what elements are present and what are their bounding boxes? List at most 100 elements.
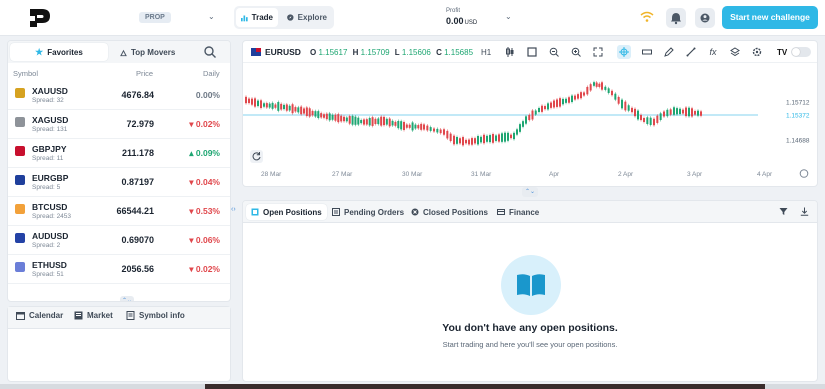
tab-finance[interactable]: Finance: [492, 204, 544, 220]
chart-toolbar: EURUSD O 1.15617 H 1.15709 L 1.15606 C 1…: [243, 41, 817, 63]
tab-top-movers[interactable]: 🜂 Top Movers: [120, 43, 190, 61]
symbol-price: 72.979: [126, 119, 154, 129]
crosshair-icon[interactable]: [617, 45, 631, 59]
candle-body: [580, 92, 582, 99]
candle-body: [577, 94, 579, 99]
daily-value: 0.00%: [195, 90, 220, 100]
search-icon[interactable]: [203, 45, 217, 59]
list-item[interactable]: XAGUSD Spread: 131 72.979 ▾ 0.02%: [8, 110, 230, 139]
profit-chevron-icon[interactable]: ⌄: [505, 12, 512, 21]
chart-symbol[interactable]: EURUSD: [251, 47, 301, 57]
tab-favorites-label: Favorites: [47, 47, 83, 57]
user-icon: [700, 13, 710, 23]
notifications-button[interactable]: [666, 8, 686, 28]
list-item[interactable]: BTCUSD Spread: 2453 66544.21 ▾ 0.53%: [8, 197, 230, 226]
candle-body: [666, 109, 669, 117]
candle-body: [617, 96, 620, 104]
account-button[interactable]: [695, 8, 715, 28]
list-item[interactable]: GBPJPY Spread: 11 211.178 ▴ 0.09%: [8, 139, 230, 168]
fullscreen-icon[interactable]: [525, 45, 539, 59]
trade-mode-button[interactable]: Trade: [236, 8, 278, 27]
candle-body: [679, 108, 681, 115]
candle-body: [294, 107, 297, 112]
tab-open-positions[interactable]: Open Positions: [246, 204, 327, 220]
candle-body: [562, 98, 564, 105]
candle-body: [283, 104, 285, 110]
candle-body: [274, 104, 277, 108]
candle-body: [653, 118, 655, 126]
candle-body: [383, 116, 385, 126]
zoom-in-icon[interactable]: [569, 45, 583, 59]
candle-body: [268, 103, 271, 108]
tab-symbol-info-label: Symbol info: [139, 311, 185, 320]
chart-collapse-button[interactable]: ⌃⌄: [522, 187, 538, 197]
expand-sidebar-icon[interactable]: ‹›: [231, 206, 241, 216]
start-new-challenge-button[interactable]: Start new challenge: [722, 6, 818, 29]
brand-logo[interactable]: [28, 7, 54, 29]
download-icon[interactable]: [800, 207, 809, 216]
candle-body: [443, 129, 445, 135]
collapse-watchlist-button[interactable]: ⌃⌄: [120, 296, 134, 301]
candle-body: [303, 108, 305, 114]
timeframe-selector[interactable]: H1: [481, 48, 491, 57]
open-label: O: [310, 48, 317, 57]
tab-calendar[interactable]: Calendar: [16, 311, 63, 320]
symbol-daily-change: ▾ 0.06%: [189, 235, 220, 246]
prop-badge[interactable]: PROP: [139, 12, 171, 23]
symbol-flag-icon: [15, 262, 25, 272]
price-chart[interactable]: 1.15712 1.15372 1.14688 28 Mar 27 Mar 30 Mar 3…: [243, 64, 817, 187]
column-daily: Daily: [203, 69, 220, 78]
chevron-down-icon[interactable]: ⌄: [208, 12, 218, 22]
layers-icon[interactable]: [728, 45, 742, 59]
bell-icon: [671, 13, 681, 25]
trendline-icon[interactable]: [684, 45, 698, 59]
symbol-name: XAGUSD: [32, 115, 69, 125]
candle-body: [614, 93, 617, 100]
candle-body: [474, 138, 476, 144]
indicators-icon[interactable]: fx: [706, 45, 720, 59]
candle-body: [385, 118, 388, 125]
ruler-icon[interactable]: [640, 45, 654, 59]
explore-mode-button[interactable]: Explore: [282, 8, 332, 27]
list-item[interactable]: ETHUSD Spread: 51 2056.56 ▾ 0.02%: [8, 255, 230, 284]
tab-symbol-info[interactable]: Symbol info: [126, 311, 185, 320]
candle-body: [331, 114, 334, 120]
symbol-spread: Spread: 32: [32, 97, 64, 104]
filter-icon[interactable]: [779, 207, 788, 216]
settings-icon[interactable]: [750, 45, 764, 59]
candle-body: [504, 132, 506, 142]
candle-type-icon[interactable]: [503, 45, 517, 59]
tab-closed-positions[interactable]: Closed Positions: [406, 204, 493, 220]
reset-chart-button[interactable]: [250, 150, 263, 163]
candle-body: [334, 114, 337, 121]
candle-body: [624, 101, 627, 111]
list-item[interactable]: EURGBP Spread: 5 0.87197 ▾ 0.04%: [8, 168, 230, 197]
expand-icon[interactable]: [591, 45, 605, 59]
candle-body: [547, 103, 549, 110]
candle-body: [343, 116, 345, 122]
tab-market[interactable]: Market: [74, 311, 113, 320]
candle-body: [528, 114, 531, 121]
trade-mode-label: Trade: [251, 13, 273, 22]
change-direction-icon: ▾: [189, 235, 196, 245]
open-value: 1.15617: [318, 48, 348, 57]
tab-favorites[interactable]: ★ Favorites: [10, 43, 108, 61]
list-item[interactable]: XAUUSD Spread: 32 4676.84 0.00%: [8, 81, 230, 110]
candle-body: [669, 109, 672, 115]
tab-closed-positions-label: Closed Positions: [423, 207, 488, 217]
list-item[interactable]: AUDUSD Spread: 2 0.69070 ▾ 0.06%: [8, 226, 230, 255]
tab-pending-orders[interactable]: Pending Orders: [327, 204, 409, 220]
calendar-icon: [16, 312, 25, 320]
pencil-icon[interactable]: [662, 45, 676, 59]
candle-body: [522, 121, 524, 127]
daily-value: 0.09%: [195, 148, 220, 158]
time-axis-label: 2 Apr: [618, 171, 634, 178]
candle-body: [320, 113, 323, 118]
zoom-out-icon[interactable]: [547, 45, 561, 59]
profit-value[interactable]: 0.00USD: [446, 16, 477, 26]
chart-symbol-label: EURUSD: [265, 47, 301, 57]
chart-toggle[interactable]: [791, 47, 811, 57]
candle-body: [453, 135, 455, 145]
symbol-daily-change: ▾ 0.02%: [189, 264, 220, 275]
symbol-price: 66544.21: [116, 206, 154, 216]
